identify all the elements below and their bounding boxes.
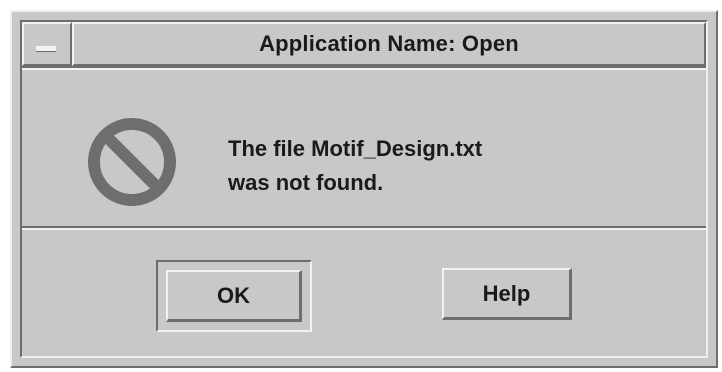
error-no-entry-icon <box>88 118 176 206</box>
title-area[interactable]: Application Name: Open <box>72 22 706 66</box>
error-message: The file Motif_Design.txt was not found. <box>228 132 482 200</box>
ok-button[interactable]: OK <box>166 270 302 322</box>
help-button[interactable]: Help <box>442 268 572 320</box>
title-bar: Application Name: Open <box>22 22 706 68</box>
window-title: Application Name: Open <box>259 31 519 56</box>
window-menu-button[interactable] <box>22 22 72 66</box>
message-line-2: was not found. <box>228 170 384 195</box>
message-line-1: The file Motif_Design.txt <box>228 136 483 161</box>
window-menu-icon <box>36 46 56 52</box>
message-area: The file Motif_Design.txt was not found. <box>22 68 706 226</box>
button-area: OK Help <box>22 230 706 356</box>
dialog-window: Application Name: Open The file Motif_De… <box>10 10 718 368</box>
dialog-frame: Application Name: Open The file Motif_De… <box>20 20 708 358</box>
